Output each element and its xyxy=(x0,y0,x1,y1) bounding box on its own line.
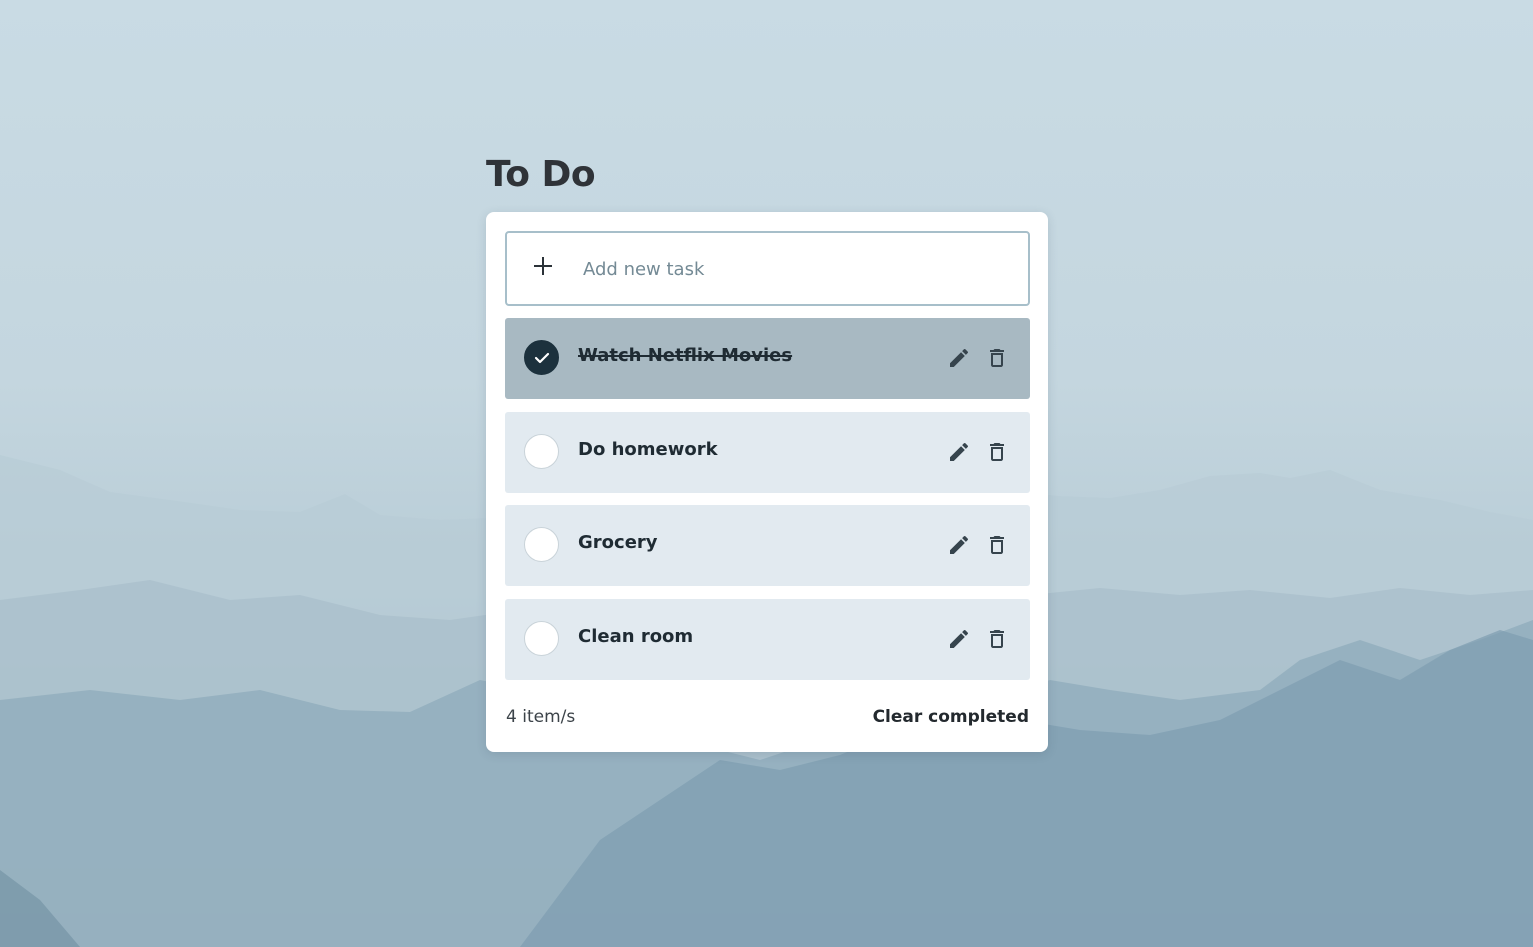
task-label: Clean room xyxy=(578,626,694,647)
pencil-icon[interactable] xyxy=(947,440,971,464)
task-checkbox[interactable] xyxy=(524,434,559,469)
clear-completed-button[interactable]: Clear completed xyxy=(873,707,1029,727)
check-icon xyxy=(534,352,550,364)
task-item[interactable]: Do homework xyxy=(505,412,1030,493)
trash-icon[interactable] xyxy=(985,533,1009,557)
task-item[interactable]: Grocery xyxy=(505,505,1030,586)
task-label: Grocery xyxy=(578,532,658,553)
trash-icon[interactable] xyxy=(985,440,1009,464)
add-task-box[interactable] xyxy=(505,231,1030,306)
task-label: Do homework xyxy=(578,439,718,460)
task-label: Watch Netflix Movies xyxy=(578,345,793,366)
plus-icon[interactable] xyxy=(533,256,553,276)
task-item[interactable]: Clean room xyxy=(505,599,1030,680)
trash-icon[interactable] xyxy=(985,627,1009,651)
task-checkbox[interactable] xyxy=(524,527,559,562)
pencil-icon[interactable] xyxy=(947,533,971,557)
trash-icon[interactable] xyxy=(985,346,1009,370)
page-title: To Do xyxy=(486,154,596,195)
pencil-icon[interactable] xyxy=(947,627,971,651)
add-task-input[interactable] xyxy=(581,251,1005,287)
pencil-icon[interactable] xyxy=(947,346,971,370)
task-checkbox[interactable] xyxy=(524,340,559,375)
task-item[interactable]: Watch Netflix Movies xyxy=(505,318,1030,399)
todo-card: Watch Netflix Movies Do homework Grocery… xyxy=(486,212,1048,752)
task-checkbox[interactable] xyxy=(524,621,559,656)
items-count: 4 item/s xyxy=(506,707,576,727)
